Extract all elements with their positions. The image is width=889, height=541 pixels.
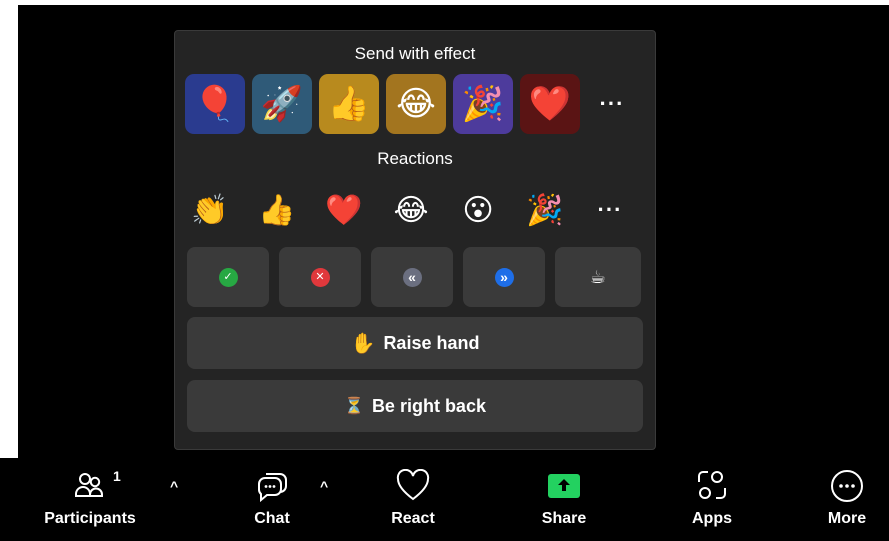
heart-outline-icon	[396, 469, 430, 501]
reaction-laughing[interactable]: 😂	[386, 187, 436, 233]
raise-hand-button[interactable]: ✋ Raise hand	[187, 317, 643, 369]
share-label: Share	[541, 510, 587, 527]
rocket-icon: 🚀	[260, 85, 304, 123]
effect-thumbs-up[interactable]: 👍	[319, 74, 379, 134]
slow-down-button[interactable]: «	[371, 247, 453, 307]
rewind-icon: «	[402, 267, 422, 287]
thumbs-up-icon: 👍	[258, 193, 296, 227]
effect-balloon[interactable]: 🎈	[185, 74, 245, 134]
fast-forward-icon: »	[494, 267, 514, 287]
surprised-icon: 😮	[462, 193, 494, 227]
reaction-heart[interactable]: ❤️	[319, 187, 369, 233]
apps-icon	[698, 471, 726, 499]
effect-party[interactable]: 🎉	[453, 74, 513, 134]
more-label: More	[827, 510, 867, 527]
thumbs-up-icon: 👍	[327, 85, 371, 123]
meeting-window: Send with effect 🎈 🚀 👍 😂 🎉 ❤️ ··· Reacti…	[0, 0, 889, 541]
reactions-popup: Send with effect 🎈 🚀 👍 😂 🎉 ❤️ ··· Reacti…	[174, 30, 656, 450]
chat-button[interactable]: Chat	[244, 466, 300, 528]
heart-icon: ❤️	[528, 85, 572, 123]
more-button[interactable]: More	[819, 466, 875, 528]
share-icon	[548, 474, 580, 498]
effects-title: Send with effect	[354, 44, 476, 63]
participants-button[interactable]: 1 Participants	[38, 466, 142, 528]
hourglass-icon: ⏳	[344, 398, 364, 415]
reaction-party[interactable]: 🎉	[520, 187, 570, 233]
participants-icon	[75, 473, 103, 497]
raise-hand-label: Raise hand	[383, 332, 480, 353]
reactions-row: 👏 👍 ❤️ 😂 😮 🎉 ···	[185, 187, 633, 233]
yes-button[interactable]: ✓	[187, 247, 269, 307]
speed-up-button[interactable]: »	[463, 247, 545, 307]
status-row: ✓ ✕ « » ☕	[187, 247, 641, 307]
meeting-toolbar: 1 Participants ^ Chat ^ React Share Apps…	[0, 458, 889, 541]
chat-label: Chat	[254, 510, 290, 527]
party-icon: 🎉	[461, 85, 505, 123]
top-edge	[0, 0, 889, 5]
share-button[interactable]: Share	[536, 466, 592, 528]
chat-icon	[258, 473, 287, 503]
be-right-back-button[interactable]: ⏳ Be right back	[187, 380, 643, 432]
more-icon	[831, 470, 863, 502]
check-icon: ✓	[218, 267, 238, 287]
balloon-icon: 🎈	[193, 85, 237, 123]
participants-caret-button[interactable]: ^	[170, 478, 178, 494]
effect-rocket[interactable]: 🚀	[252, 74, 312, 134]
participants-count: 1	[113, 468, 121, 484]
coffee-icon: ☕	[589, 266, 607, 287]
reactions-title: Reactions	[377, 149, 453, 168]
participants-label: Participants	[44, 510, 136, 527]
effect-laughing[interactable]: 😂	[386, 74, 446, 134]
no-button[interactable]: ✕	[279, 247, 361, 307]
effect-heart[interactable]: ❤️	[520, 74, 580, 134]
participants-icon-wrap: 1	[73, 466, 121, 506]
effects-more-button[interactable]: ···	[587, 74, 637, 134]
effects-row: 🎈 🚀 👍 😂 🎉 ❤️ ···	[185, 74, 637, 134]
heart-icon: ❤️	[325, 193, 363, 227]
laughing-icon: 😂	[393, 193, 429, 227]
clap-icon: 👏	[191, 193, 229, 227]
apps-label: Apps	[692, 510, 732, 527]
party-icon: 🎉	[526, 193, 564, 227]
be-right-back-label: Be right back	[371, 395, 486, 416]
chat-caret-button[interactable]: ^	[320, 478, 328, 494]
apps-button[interactable]: Apps	[684, 466, 740, 528]
reaction-clap[interactable]: 👏	[185, 187, 235, 233]
reactions-more-button[interactable]: ···	[587, 187, 633, 233]
reaction-thumbs-up[interactable]: 👍	[252, 187, 302, 233]
reaction-surprised[interactable]: 😮	[453, 187, 503, 233]
close-icon: ✕	[310, 267, 330, 287]
raised-hand-icon: ✋	[350, 332, 376, 355]
react-button[interactable]: React	[385, 466, 441, 528]
react-label: React	[391, 510, 435, 527]
laughing-icon: 😂	[396, 85, 436, 123]
coffee-button[interactable]: ☕	[555, 247, 641, 307]
